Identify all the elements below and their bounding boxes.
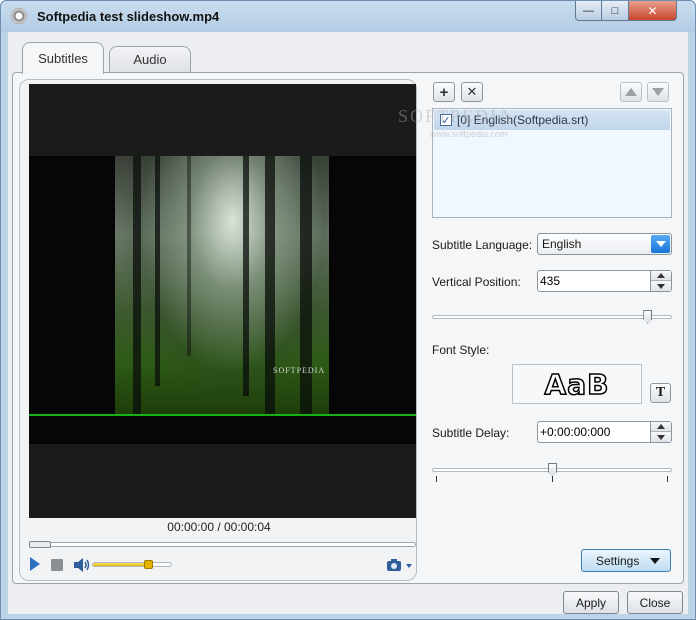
subtitle-delay-label: Subtitle Delay: (432, 426, 510, 440)
subtitle-delay-stepper[interactable] (537, 421, 672, 443)
move-up-button[interactable] (620, 82, 642, 102)
subtitles-tab-panel: SOFTPEDIA 00:00:00 / 00:00:04 + ✕ ✓ [0] … (12, 72, 684, 584)
subtitle-track-label: [0] English(Softpedia.srt) (457, 113, 589, 127)
triangle-down-icon (657, 283, 665, 289)
subtitle-language-select[interactable]: English (537, 233, 672, 255)
subtitle-track-checkbox[interactable]: ✓ (440, 114, 452, 127)
video-frame: SOFTPEDIA (29, 156, 416, 444)
decrement-button[interactable] (651, 432, 671, 442)
triangle-up-icon (657, 424, 665, 429)
vertical-position-spin-buttons (650, 271, 671, 291)
down-arrow-icon (652, 88, 664, 96)
chevron-down-icon (650, 558, 660, 564)
font-style-label: Font Style: (432, 343, 490, 357)
close-button[interactable]: Close (627, 591, 683, 614)
add-subtitle-button[interactable]: + (433, 82, 455, 102)
slider-tick (667, 476, 668, 482)
triangle-up-icon (657, 273, 665, 278)
seek-bar[interactable] (29, 541, 416, 548)
tab-audio[interactable]: Audio (109, 46, 191, 72)
decrement-button[interactable] (651, 281, 671, 291)
camera-snapshot-icon[interactable] (386, 558, 414, 572)
vertical-position-input[interactable] (540, 273, 648, 289)
volume-level-fill (93, 563, 148, 566)
x-icon: ✕ (466, 84, 478, 99)
subtitle-track-list[interactable]: ✓ [0] English(Softpedia.srt) (432, 108, 672, 218)
subtitle-position-line (29, 414, 416, 416)
window-title: Softpedia test slideshow.mp4 (37, 9, 220, 24)
close-icon: ✕ (647, 3, 658, 18)
app-disc-icon (11, 8, 27, 24)
play-button[interactable] (30, 557, 40, 571)
seek-thumb[interactable] (29, 541, 51, 548)
chevron-down-icon (655, 241, 666, 247)
video-preview-panel: SOFTPEDIA 00:00:00 / 00:00:04 (19, 79, 417, 581)
increment-button[interactable] (651, 422, 671, 432)
font-settings-button[interactable]: T (650, 383, 671, 403)
settings-button[interactable]: Settings (581, 549, 671, 572)
volume-thumb[interactable] (144, 560, 153, 569)
subtitle-delay-input[interactable] (540, 424, 648, 440)
time-display: 00:00:00 / 00:00:04 (167, 520, 271, 534)
slider-tick (436, 476, 437, 482)
font-style-preview: AaB (512, 364, 642, 404)
dialog-client-area: Subtitles Audio SOFTPEDIA 00:00:00 / 00:… (8, 32, 688, 614)
list-item[interactable]: ✓ [0] English(Softpedia.srt) (434, 110, 670, 130)
move-down-button[interactable] (647, 82, 669, 102)
subtitle-delay-slider[interactable] (432, 463, 672, 477)
settings-button-label: Settings (596, 553, 640, 568)
maximize-icon: □ (611, 4, 619, 17)
subtitle-language-value: English (542, 237, 582, 251)
plus-icon: + (439, 83, 449, 101)
vertical-position-stepper[interactable] (537, 270, 672, 292)
minimize-icon: — (583, 4, 594, 17)
close-window-button[interactable]: ✕ (629, 1, 677, 21)
dropdown-button[interactable] (651, 235, 670, 253)
stop-button[interactable] (51, 559, 63, 571)
forest-video-image: SOFTPEDIA (115, 156, 329, 416)
minimize-button[interactable]: — (575, 1, 602, 21)
title-bar[interactable]: Softpedia test slideshow.mp4 — □ ✕ (1, 1, 695, 32)
application-window: Softpedia test slideshow.mp4 — □ ✕ Subti… (0, 0, 696, 620)
subtitle-delay-slider-thumb[interactable] (548, 463, 557, 477)
vertical-position-label: Vertical Position: (432, 275, 521, 289)
subtitle-language-label: Subtitle Language: (432, 238, 533, 252)
font-preview-text: AaB (544, 367, 610, 402)
maximize-button[interactable]: □ (602, 1, 629, 21)
vertical-position-slider[interactable] (432, 310, 672, 324)
up-arrow-icon (625, 88, 637, 96)
remove-subtitle-button[interactable]: ✕ (461, 82, 483, 102)
apply-button[interactable]: Apply (563, 591, 619, 614)
tab-subtitles[interactable]: Subtitles (22, 42, 104, 74)
volume-slider[interactable] (92, 562, 172, 567)
subtitle-delay-spin-buttons (650, 422, 671, 442)
increment-button[interactable] (651, 271, 671, 281)
window-controls: — □ ✕ (575, 1, 689, 21)
video-screen[interactable]: SOFTPEDIA (29, 84, 416, 518)
triangle-down-icon (657, 434, 665, 440)
video-logo-text: SOFTPEDIA (273, 366, 326, 375)
vertical-position-slider-thumb[interactable] (643, 310, 653, 324)
slider-tick (552, 476, 553, 482)
speaker-icon[interactable] (73, 557, 91, 573)
